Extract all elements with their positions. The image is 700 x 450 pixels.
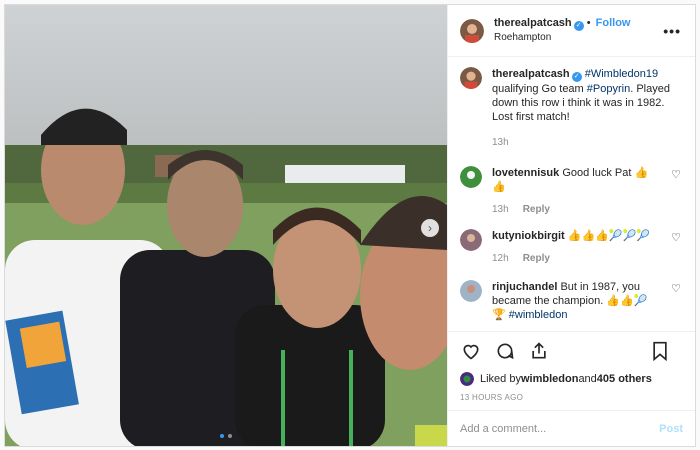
caption: therealpatcash ✓ #Wimbledon19 qualifying … bbox=[460, 67, 683, 150]
caption-body: therealpatcash ✓ #Wimbledon19 qualifying … bbox=[492, 67, 672, 150]
hashtag-link[interactable]: #Popyrin bbox=[587, 83, 630, 95]
comment: rinjuchandel But in 1987, you became the… bbox=[460, 280, 683, 322]
post-photo[interactable]: › bbox=[5, 5, 447, 446]
post-sidebar: therealpatcash ✓ • Follow Roehampton ••• … bbox=[447, 5, 695, 446]
reply-button[interactable]: Reply bbox=[523, 204, 550, 215]
next-slide-button[interactable]: › bbox=[421, 219, 439, 237]
carousel-indicator bbox=[220, 434, 232, 438]
comment-meta: 13h Reply bbox=[492, 203, 660, 217]
add-comment-bar: Post bbox=[448, 410, 695, 446]
hashtag-link[interactable]: #Wimbledon19 bbox=[585, 68, 658, 80]
comment-author[interactable]: lovetennisuk bbox=[492, 167, 559, 179]
post-comment-button[interactable]: Post bbox=[659, 423, 683, 435]
verified-badge-icon: ✓ bbox=[573, 21, 584, 31]
comment-meta: 12h Reply bbox=[492, 252, 660, 266]
likes-prefix: Liked by bbox=[480, 373, 521, 385]
liker-username[interactable]: wimbledon bbox=[521, 373, 578, 385]
likes-middle: and bbox=[578, 373, 597, 385]
separator-dot: • bbox=[586, 17, 594, 29]
comment-text: 👍👍👍🎾🎾🎾 bbox=[567, 230, 650, 242]
bookmark-icon[interactable] bbox=[649, 340, 671, 362]
comment-author[interactable]: rinjuchandel bbox=[492, 281, 557, 293]
comment-body: lovetennisuk Good luck Pat 👍👍 13h Reply bbox=[492, 166, 660, 217]
instagram-post: › therealpatcash ✓ • Follow Roehampton ••… bbox=[4, 4, 696, 447]
carousel-dot bbox=[228, 434, 232, 438]
share-icon[interactable] bbox=[528, 340, 550, 362]
follow-button[interactable]: Follow bbox=[596, 17, 631, 29]
like-comment-heart-icon[interactable]: ♡ bbox=[671, 168, 681, 181]
chevron-right-icon: › bbox=[428, 221, 432, 235]
heart-icon[interactable] bbox=[460, 340, 482, 362]
comment-time[interactable]: 13h bbox=[492, 204, 509, 215]
likes-count[interactable]: 405 others bbox=[597, 373, 652, 385]
author-avatar[interactable] bbox=[460, 18, 484, 43]
photo-image bbox=[5, 5, 447, 446]
liker-avatar[interactable] bbox=[460, 372, 474, 386]
comment-time[interactable]: 12h bbox=[492, 253, 509, 264]
comment: lovetennisuk Good luck Pat 👍👍 13h Reply ♡ bbox=[460, 166, 683, 217]
caption-text: qualifying Go team bbox=[492, 83, 587, 95]
carousel-dot-active bbox=[220, 434, 224, 438]
post-timestamp[interactable]: 13 HOURS AGO bbox=[448, 389, 695, 410]
commenter-avatar[interactable] bbox=[460, 166, 482, 188]
caption-avatar[interactable] bbox=[460, 67, 482, 89]
comments-section: therealpatcash ✓ #Wimbledon19 qualifying … bbox=[448, 57, 695, 331]
hashtag-link[interactable]: #wimbledon bbox=[509, 309, 568, 321]
comment-author[interactable]: kutyniokbirgit bbox=[492, 230, 565, 242]
post-header: therealpatcash ✓ • Follow Roehampton ••• bbox=[448, 5, 695, 57]
location-link[interactable]: Roehampton bbox=[494, 31, 630, 45]
header-text: therealpatcash ✓ • Follow Roehampton bbox=[494, 16, 630, 45]
comment-input[interactable] bbox=[460, 422, 640, 435]
commenter-avatar[interactable] bbox=[460, 280, 482, 302]
caption-author[interactable]: therealpatcash bbox=[492, 68, 570, 80]
action-bar bbox=[448, 331, 695, 369]
comment-icon[interactable] bbox=[494, 340, 516, 362]
more-options-icon[interactable]: ••• bbox=[663, 23, 681, 39]
likes-summary: Liked by wimbledon and 405 others bbox=[448, 369, 695, 389]
comment-body: kutyniokbirgit 👍👍👍🎾🎾🎾 12h Reply bbox=[492, 229, 660, 266]
caption-time[interactable]: 13h bbox=[492, 136, 672, 150]
verified-badge-icon: ✓ bbox=[571, 72, 582, 82]
comment: kutyniokbirgit 👍👍👍🎾🎾🎾 12h Reply ♡ bbox=[460, 229, 683, 266]
commenter-avatar[interactable] bbox=[460, 229, 482, 251]
author-username[interactable]: therealpatcash bbox=[494, 17, 572, 29]
like-comment-heart-icon[interactable]: ♡ bbox=[671, 231, 681, 244]
comment-body: rinjuchandel But in 1987, you became the… bbox=[492, 280, 660, 322]
reply-button[interactable]: Reply bbox=[523, 253, 550, 264]
like-comment-heart-icon[interactable]: ♡ bbox=[671, 282, 681, 295]
